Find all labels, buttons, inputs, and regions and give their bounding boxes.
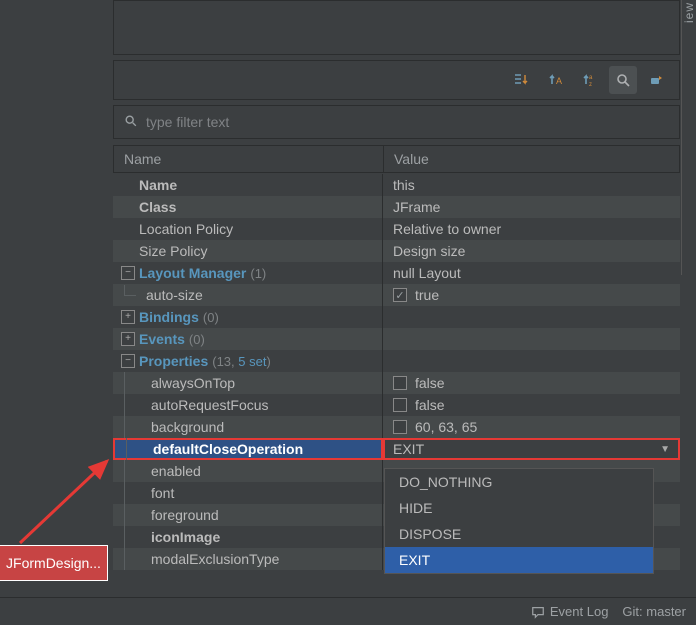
prop-size-policy[interactable]: Size Policy [139, 243, 207, 259]
prop-always-on-top[interactable]: alwaysOnTop [151, 375, 235, 391]
prop-modal-exclusion-type[interactable]: modalExclusionType [151, 551, 279, 567]
preview-pane [113, 0, 680, 55]
table-row: alwaysOnTop false [113, 372, 680, 394]
scrollbar[interactable] [681, 0, 682, 275]
expand-icon[interactable]: + [121, 332, 135, 346]
prop-foreground[interactable]: foreground [151, 507, 219, 523]
table-row-selected: defaultCloseOperation EXIT▼ [113, 438, 680, 460]
search-icon [124, 114, 138, 131]
prop-value[interactable]: null Layout [383, 262, 680, 284]
group-layout-manager[interactable]: Layout Manager [139, 265, 246, 281]
prop-value[interactable]: JFrame [383, 196, 680, 218]
prop-value-select[interactable]: EXIT▼ [383, 438, 680, 460]
header-name[interactable]: Name [114, 146, 384, 172]
event-log-button[interactable]: Event Log [531, 604, 609, 619]
prop-loc-policy[interactable]: Location Policy [139, 221, 233, 237]
git-branch-label[interactable]: Git: master [622, 604, 686, 619]
dropdown-option[interactable]: DISPOSE [385, 521, 653, 547]
table-row: −Properties(13, 5 set) [113, 350, 680, 372]
table-row: auto-size ✓true [113, 284, 680, 306]
prop-name[interactable]: Name [139, 177, 177, 193]
table-row: background 60, 63, 65 [113, 416, 680, 438]
prop-value[interactable]: Design size [383, 240, 680, 262]
jformdesigner-tab[interactable]: JFormDesign... [0, 545, 108, 581]
collapse-icon[interactable]: − [121, 354, 135, 368]
prop-auto-request-focus[interactable]: autoRequestFocus [151, 397, 269, 413]
filter-input[interactable] [146, 114, 669, 130]
prop-value[interactable]: false [383, 394, 680, 416]
checkbox-icon [393, 398, 407, 412]
color-swatch-icon [393, 420, 407, 434]
close-operation-dropdown: DO_NOTHING HIDE DISPOSE EXIT [384, 468, 654, 574]
table-row: autoRequestFocus false [113, 394, 680, 416]
svg-text:a: a [589, 75, 593, 81]
header-value[interactable]: Value [384, 146, 679, 172]
side-panel-label[interactable]: iew [682, 2, 696, 23]
sort-asc-icon[interactable]: A [541, 66, 569, 94]
svg-text:z: z [589, 82, 592, 88]
prop-value[interactable]: Relative to owner [383, 218, 680, 240]
prop-auto-size[interactable]: auto-size [146, 287, 203, 303]
dropdown-option[interactable]: HIDE [385, 495, 653, 521]
expand-icon[interactable]: + [121, 310, 135, 324]
search-icon[interactable] [609, 66, 637, 94]
svg-text:A: A [556, 76, 562, 86]
checkbox-checked-icon: ✓ [393, 288, 407, 302]
checkbox-icon [393, 376, 407, 390]
prop-class[interactable]: Class [139, 199, 176, 215]
dropdown-option[interactable]: DO_NOTHING [385, 469, 653, 495]
group-bindings[interactable]: Bindings [139, 309, 199, 325]
table-row: Class JFrame [113, 196, 680, 218]
table-row: Size Policy Design size [113, 240, 680, 262]
prop-icon-image[interactable]: iconImage [151, 529, 220, 545]
table-row: −Layout Manager(1) null Layout [113, 262, 680, 284]
table-row: Location Policy Relative to owner [113, 218, 680, 240]
chevron-down-icon: ▼ [660, 444, 670, 455]
collapse-icon[interactable]: − [121, 266, 135, 280]
dropdown-option-selected[interactable]: EXIT [385, 547, 653, 573]
filter-bar [113, 105, 680, 139]
prop-value[interactable]: false [383, 372, 680, 394]
table-row: +Bindings(0) [113, 306, 680, 328]
column-headers: Name Value [113, 145, 680, 173]
sort-default-icon[interactable] [507, 66, 535, 94]
prop-default-close-operation[interactable]: defaultCloseOperation [153, 441, 303, 457]
prop-value[interactable]: 60, 63, 65 [383, 416, 680, 438]
properties-toolbar: A az [113, 60, 680, 100]
group-properties[interactable]: Properties [139, 353, 208, 369]
speech-bubble-icon [531, 605, 545, 619]
prop-value[interactable]: ✓true [383, 284, 680, 306]
prop-enabled[interactable]: enabled [151, 463, 201, 479]
status-bar: Event Log Git: master [0, 597, 696, 625]
edit-advanced-icon[interactable] [643, 66, 671, 94]
table-row: +Events(0) [113, 328, 680, 350]
prop-background[interactable]: background [151, 419, 224, 435]
table-row: Name this [113, 174, 680, 196]
prop-value[interactable]: this [383, 174, 680, 196]
sort-az-icon[interactable]: az [575, 66, 603, 94]
group-events[interactable]: Events [139, 331, 185, 347]
prop-font[interactable]: font [151, 485, 174, 501]
